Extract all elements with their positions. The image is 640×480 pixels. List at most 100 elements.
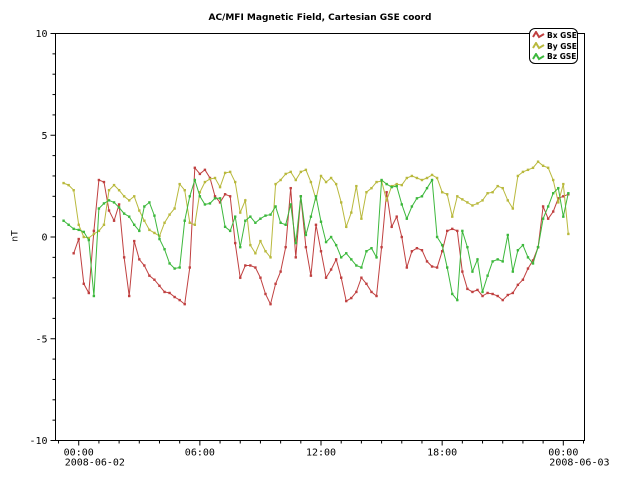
data-point xyxy=(380,246,382,248)
data-point xyxy=(456,299,458,301)
data-point xyxy=(310,181,312,183)
data-point xyxy=(178,266,180,268)
data-point xyxy=(83,231,85,233)
data-point xyxy=(123,256,125,258)
data-point xyxy=(234,215,236,217)
data-point xyxy=(315,195,317,197)
data-point xyxy=(62,182,64,184)
data-point xyxy=(486,274,488,276)
bx-line-marker-icon xyxy=(532,31,545,39)
data-point xyxy=(416,247,418,249)
data-point xyxy=(451,228,453,230)
legend-item-bz: Bz GSE xyxy=(532,51,575,62)
data-point xyxy=(436,266,438,268)
data-point xyxy=(522,279,524,281)
data-point xyxy=(83,283,85,285)
data-point xyxy=(350,297,352,299)
data-point xyxy=(189,266,191,268)
data-point xyxy=(295,242,297,244)
data-point xyxy=(259,240,261,242)
data-point xyxy=(431,179,433,181)
data-point xyxy=(446,230,448,232)
chart-figure: AC/MFI Magnetic Field, Cartesian GSE coo… xyxy=(0,0,640,480)
data-point xyxy=(178,299,180,301)
data-point xyxy=(158,238,160,240)
x-tick-label: 18:00 xyxy=(427,448,457,459)
data-point xyxy=(305,234,307,236)
data-point xyxy=(219,197,221,199)
data-point xyxy=(173,296,175,298)
data-point xyxy=(355,185,357,187)
data-point xyxy=(118,206,120,208)
data-point xyxy=(451,293,453,295)
data-point xyxy=(330,177,332,179)
data-point xyxy=(128,215,130,217)
data-point xyxy=(173,207,175,209)
plot-border xyxy=(56,34,585,441)
data-point xyxy=(370,247,372,249)
data-point xyxy=(325,181,327,183)
data-point xyxy=(406,217,408,219)
x-tick-label: 12:00 xyxy=(306,448,336,459)
data-point xyxy=(507,294,509,296)
data-point xyxy=(461,230,463,232)
data-point xyxy=(274,283,276,285)
data-point xyxy=(345,252,347,254)
data-point xyxy=(194,224,196,226)
data-point xyxy=(305,246,307,248)
data-point xyxy=(512,292,514,294)
data-point xyxy=(385,199,387,201)
data-point xyxy=(239,277,241,279)
data-point xyxy=(219,186,221,188)
data-point xyxy=(72,252,74,254)
data-point xyxy=(522,244,524,246)
data-point xyxy=(290,203,292,205)
data-point xyxy=(78,229,80,231)
data-point xyxy=(496,295,498,297)
data-point xyxy=(426,187,428,189)
y-tick-label: 0 xyxy=(41,233,47,244)
data-point xyxy=(168,262,170,264)
data-point xyxy=(153,232,155,234)
data-point xyxy=(264,293,266,295)
data-point xyxy=(67,184,69,186)
data-point xyxy=(527,267,529,269)
data-point xyxy=(234,181,236,183)
data-point xyxy=(471,270,473,272)
x-date-label: 2008-06-03 xyxy=(549,458,609,469)
data-point xyxy=(138,258,140,260)
data-point xyxy=(562,183,564,185)
data-point xyxy=(517,284,519,286)
data-point xyxy=(350,258,352,260)
data-point xyxy=(153,279,155,281)
data-point xyxy=(98,179,100,181)
data-point xyxy=(431,174,433,176)
data-point xyxy=(370,291,372,293)
data-point xyxy=(178,183,180,185)
data-point xyxy=(340,201,342,203)
data-point xyxy=(481,199,483,201)
data-point xyxy=(163,248,165,250)
data-point xyxy=(517,175,519,177)
data-point xyxy=(360,217,362,219)
data-point xyxy=(128,295,130,297)
data-point xyxy=(83,236,85,238)
data-point xyxy=(401,203,403,205)
data-point xyxy=(355,291,357,293)
data-point xyxy=(138,230,140,232)
data-point xyxy=(269,303,271,305)
data-point xyxy=(542,217,544,219)
data-point xyxy=(476,289,478,291)
bz-line-marker-icon xyxy=(532,53,545,61)
data-point xyxy=(527,169,529,171)
data-point xyxy=(466,288,468,290)
data-point xyxy=(93,233,95,235)
data-point xyxy=(163,222,165,224)
data-point xyxy=(88,239,90,241)
legend-item-by: By GSE xyxy=(532,41,575,52)
data-point xyxy=(517,249,519,251)
data-point xyxy=(199,195,201,197)
data-point xyxy=(234,242,236,244)
data-point xyxy=(249,264,251,266)
data-point xyxy=(153,214,155,216)
